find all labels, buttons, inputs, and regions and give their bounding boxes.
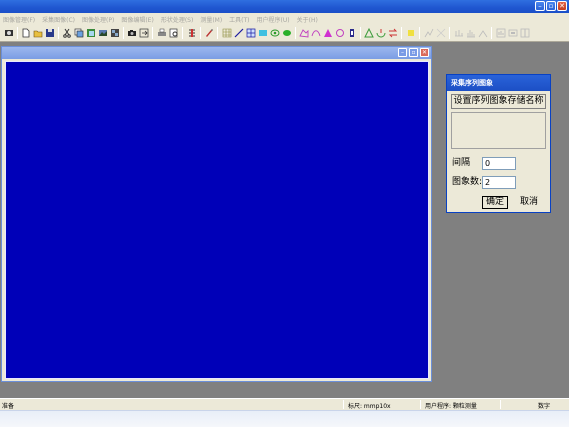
fill-icon[interactable] (282, 28, 292, 38)
minimize-icon[interactable]: – (398, 48, 407, 57)
ellipse-icon[interactable] (270, 28, 280, 38)
toolbar-separator (182, 27, 183, 39)
interval-label: 间隔 (452, 158, 471, 168)
status-user-program: 用户程序: 颗粒测量 (425, 403, 477, 410)
paste-image-icon[interactable] (86, 28, 96, 38)
capture-icon[interactable] (4, 28, 14, 38)
toolbar-separator (17, 27, 18, 39)
menu-measure[interactable]: 测量(M) (200, 15, 222, 24)
copy-image-icon[interactable] (74, 28, 84, 38)
image-count-label: 图象数: (452, 177, 483, 187)
sequence-name-area (451, 112, 546, 149)
app-title-bar: – ▫ ✕ (0, 0, 569, 13)
brush-icon[interactable] (204, 28, 214, 38)
dialog-title: 采集序列图象 (447, 75, 550, 91)
close-icon[interactable]: ✕ (420, 48, 429, 57)
triangle-icon[interactable] (323, 28, 333, 38)
cancel-button[interactable]: 取消 (514, 196, 544, 209)
compare-icon[interactable] (98, 28, 108, 38)
toolbar-separator (123, 27, 124, 39)
sequence-icon[interactable] (110, 28, 120, 38)
bracket-icon[interactable] (347, 28, 357, 38)
toolbar-separator (449, 27, 450, 39)
toolbar-separator (217, 27, 218, 39)
image-canvas[interactable] (5, 61, 429, 379)
histogram-icon[interactable] (466, 28, 476, 38)
line-icon[interactable] (234, 28, 244, 38)
zoom-icon[interactable] (436, 28, 446, 38)
camera-icon[interactable] (127, 28, 137, 38)
toolbar-separator (360, 27, 361, 39)
menu-tools[interactable]: 工具(T) (229, 15, 249, 24)
menu-about[interactable]: 关于(H) (297, 15, 318, 24)
toolbar-separator (152, 27, 153, 39)
menu-image-processing[interactable]: 图像处理(P) (82, 15, 114, 24)
star-icon[interactable] (364, 28, 374, 38)
interval-input[interactable]: 0 (482, 157, 516, 170)
print-icon[interactable] (157, 28, 167, 38)
toolbar (0, 25, 569, 42)
tile-icon[interactable] (520, 28, 530, 38)
toolbar-separator (401, 27, 402, 39)
toolbar-separator (58, 27, 59, 39)
maximize-window-button[interactable]: ▫ (546, 1, 556, 11)
curve-icon[interactable] (311, 28, 321, 38)
menu-capture-image[interactable]: 采集图像(C) (42, 15, 75, 24)
toolbar-separator (491, 27, 492, 39)
status-divider (420, 400, 421, 409)
rectangle-icon[interactable] (258, 28, 268, 38)
toolbar-separator (295, 27, 296, 39)
ok-button[interactable]: 确定 (482, 196, 508, 209)
layout-icon[interactable] (454, 28, 464, 38)
circle-tool-icon[interactable] (335, 28, 345, 38)
taskbar (0, 410, 569, 427)
measure-icon[interactable] (376, 28, 386, 38)
open-folder-icon[interactable] (33, 28, 43, 38)
image-count-input[interactable]: 2 (482, 176, 516, 189)
save-icon[interactable] (45, 28, 55, 38)
export-icon[interactable] (139, 28, 149, 38)
scale-icon[interactable] (406, 28, 416, 38)
chart-icon[interactable] (478, 28, 488, 38)
menu-bar: 图像管理(F) 采集图像(C) 图像处理(P) 图像编辑(E) 形状处理(S) … (0, 13, 569, 25)
toolbar-separator (419, 27, 420, 39)
status-text: 准备 (2, 403, 15, 410)
menu-shape-processing[interactable]: 形状处理(S) (161, 15, 194, 24)
close-window-button[interactable]: ✕ (557, 1, 567, 11)
toolbar-separator (200, 27, 201, 39)
status-mode: 数字 (538, 403, 551, 410)
print-preview-icon[interactable] (169, 28, 179, 38)
status-divider (343, 400, 344, 409)
status-bar: 准备 标尺: mmp10x 用户程序: 颗粒测量 数字 (0, 398, 569, 410)
image-window: – ▫ ✕ (1, 46, 432, 382)
graph-icon[interactable] (424, 28, 434, 38)
status-divider (500, 400, 501, 409)
menu-image-editing[interactable]: 图像编辑(E) (121, 15, 153, 24)
minimize-window-button[interactable]: – (535, 1, 545, 11)
menu-image-management[interactable]: 图像管理(F) (3, 15, 35, 24)
ruler-icon[interactable] (388, 28, 398, 38)
cut-icon[interactable] (62, 28, 72, 38)
adjust-icon[interactable] (187, 28, 197, 38)
new-file-icon[interactable] (21, 28, 31, 38)
grid-icon[interactable] (222, 28, 232, 38)
table-icon[interactable] (246, 28, 256, 38)
capture-sequence-dialog: 采集序列图象 设置序列图象存储名称 间隔 0 图象数: 2 确定 取消 (446, 74, 551, 213)
polygon-icon[interactable] (299, 28, 309, 38)
status-scale: 标尺: mmp10x (348, 403, 391, 410)
set-sequence-name-button[interactable]: 设置序列图象存储名称 (451, 94, 546, 109)
maximize-icon[interactable]: ▫ (409, 48, 418, 57)
window-icon[interactable] (508, 28, 518, 38)
menu-user-program[interactable]: 用户程序(U) (257, 15, 290, 24)
image-window-title-bar[interactable]: – ▫ ✕ (2, 47, 431, 59)
report-icon[interactable] (496, 28, 506, 38)
